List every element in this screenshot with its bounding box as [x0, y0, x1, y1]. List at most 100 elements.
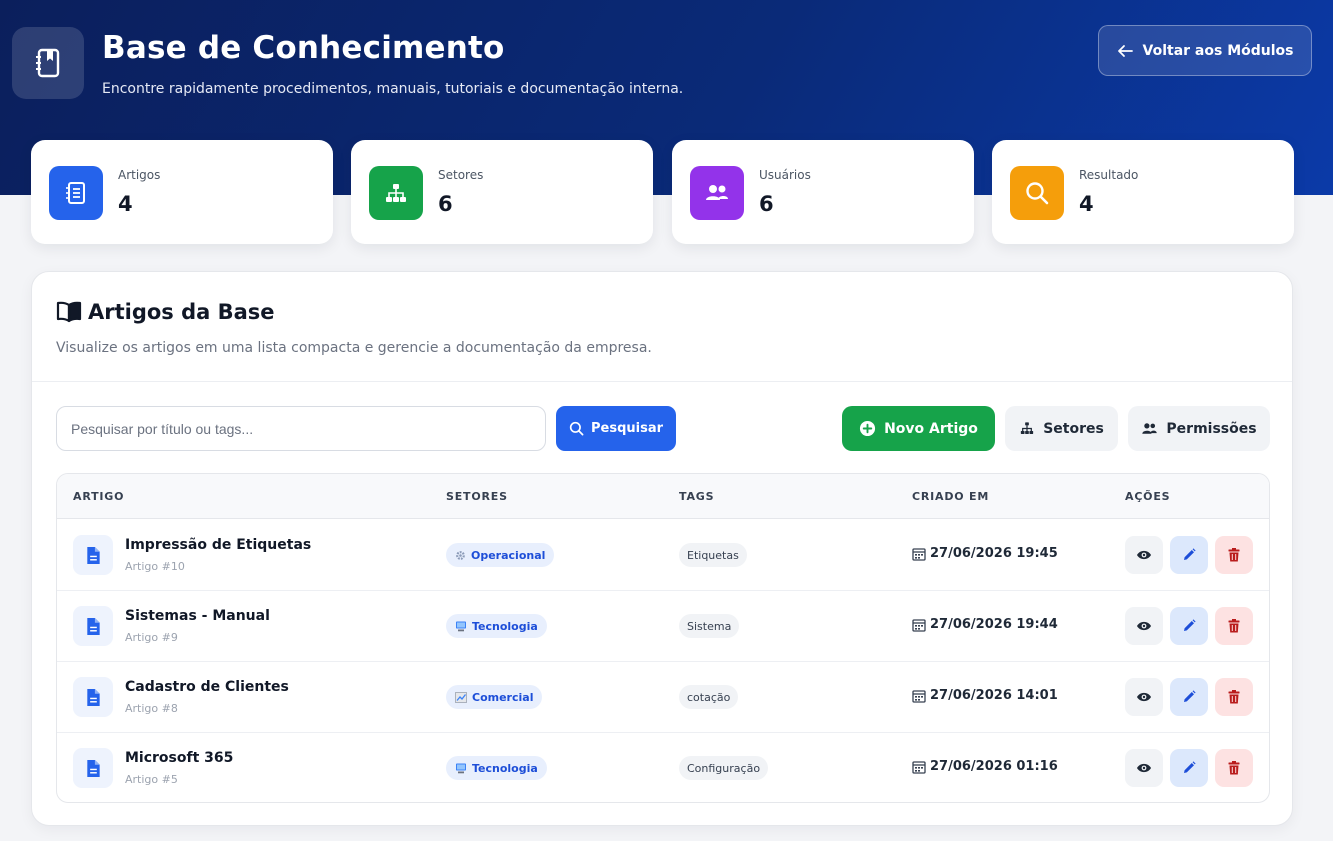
eye-icon: [1137, 763, 1151, 773]
calendar-icon: [912, 547, 926, 561]
articles-panel: Artigos da Base Visualize os artigos em …: [31, 271, 1293, 826]
edit-button[interactable]: [1170, 607, 1208, 645]
trash-icon: [1228, 619, 1240, 633]
search-button[interactable]: Pesquisar: [556, 406, 676, 451]
created-date: 27/06/2026 19:45: [912, 546, 1058, 561]
delete-button[interactable]: [1215, 607, 1253, 645]
pencil-icon: [1184, 548, 1196, 560]
view-button[interactable]: [1125, 749, 1163, 787]
stat-card-articles: Artigos 4: [31, 140, 333, 244]
arrow-left-icon: [1117, 44, 1133, 57]
sector-badge: Tecnologia: [446, 614, 547, 638]
table-header: ARTIGO SETORES TAGS CRIADO EM AÇÕES: [57, 474, 1269, 519]
column-header-tags: TAGS: [679, 490, 715, 503]
document-icon: [73, 606, 113, 646]
document-icon: [73, 748, 113, 788]
sector-badge: Tecnologia: [446, 756, 547, 780]
article-id: Artigo #5: [125, 773, 178, 786]
stat-value: 4: [118, 192, 133, 216]
trash-icon: [1228, 690, 1240, 704]
pencil-icon: [1184, 690, 1196, 702]
eye-icon: [1137, 692, 1151, 702]
sector-badge: Operacional: [446, 543, 555, 567]
search-input[interactable]: [56, 406, 546, 451]
created-date-text: 27/06/2026 19:45: [930, 546, 1058, 561]
edit-button[interactable]: [1170, 749, 1208, 787]
article-id: Artigo #9: [125, 631, 178, 644]
stat-label: Usuários: [759, 168, 811, 182]
stat-card-users: Usuários 6: [672, 140, 974, 244]
permissions-button[interactable]: Permissões: [1128, 406, 1270, 451]
table-row[interactable]: Sistemas - Manual Artigo #9 Tecnologia S…: [57, 591, 1269, 662]
trash-icon: [1228, 761, 1240, 775]
eye-icon: [1137, 550, 1151, 560]
computer-icon: [456, 763, 466, 773]
tag-badge: Sistema: [679, 614, 740, 638]
divider: [32, 381, 1292, 382]
article-title[interactable]: Impressão de Etiquetas: [125, 537, 311, 553]
edit-button[interactable]: [1170, 678, 1208, 716]
permissions-button-label: Permissões: [1166, 420, 1257, 437]
created-date-text: 27/06/2026 01:16: [930, 759, 1058, 774]
new-article-button[interactable]: Novo Artigo: [842, 406, 995, 451]
gear-icon: [456, 550, 465, 560]
table-row[interactable]: Microsoft 365 Artigo #5 Tecnologia Confi…: [57, 733, 1269, 802]
table-row[interactable]: Cadastro de Clientes Artigo #8 Comercial…: [57, 662, 1269, 733]
panel-title: Artigos da Base: [56, 300, 275, 324]
search-icon: [569, 421, 584, 436]
delete-button[interactable]: [1215, 678, 1253, 716]
calendar-icon: [912, 618, 926, 632]
delete-button[interactable]: [1215, 536, 1253, 574]
document-icon: [73, 535, 113, 575]
created-date: 27/06/2026 14:01: [912, 688, 1058, 703]
sector-label: Comercial: [472, 690, 534, 704]
article-title[interactable]: Microsoft 365: [125, 750, 233, 766]
article-id: Artigo #10: [125, 560, 185, 573]
eye-icon: [1137, 621, 1151, 631]
created-date-text: 27/06/2026 14:01: [930, 688, 1058, 703]
back-button-label: Voltar aos Módulos: [1142, 42, 1294, 59]
sectors-button-label: Setores: [1043, 420, 1104, 437]
view-button[interactable]: [1125, 678, 1163, 716]
users-icon: [690, 166, 744, 220]
calendar-icon: [912, 689, 926, 703]
edit-button[interactable]: [1170, 536, 1208, 574]
column-header-sectors: SETORES: [446, 490, 508, 503]
book-icon: [49, 166, 103, 220]
back-to-modules-button[interactable]: Voltar aos Módulos: [1098, 25, 1312, 76]
sitemap-icon: [1021, 422, 1034, 435]
view-button[interactable]: [1125, 536, 1163, 574]
column-header-created: CRIADO EM: [912, 490, 990, 503]
stat-label: Setores: [438, 168, 484, 182]
sitemap-icon: [369, 166, 423, 220]
sector-badge: Comercial: [446, 685, 543, 709]
stat-card-sectors: Setores 6: [351, 140, 653, 244]
sector-label: Operacional: [471, 548, 546, 562]
users-icon: [1142, 423, 1158, 434]
sector-label: Tecnologia: [472, 761, 538, 775]
article-id: Artigo #8: [125, 702, 178, 715]
created-date: 27/06/2026 01:16: [912, 759, 1058, 774]
page-title: Base de Conhecimento: [102, 30, 505, 66]
computer-icon: [456, 621, 466, 631]
view-button[interactable]: [1125, 607, 1163, 645]
tag-badge: Configuração: [679, 756, 769, 780]
table-row[interactable]: Impressão de Etiquetas Artigo #10 Operac…: [57, 520, 1269, 591]
sectors-button[interactable]: Setores: [1005, 406, 1118, 451]
article-title[interactable]: Sistemas - Manual: [125, 608, 270, 624]
chart-icon: [455, 691, 467, 703]
page-subtitle: Encontre rapidamente procedimentos, manu…: [102, 81, 684, 97]
column-header-article: ARTIGO: [73, 490, 125, 503]
created-date-text: 27/06/2026 19:44: [930, 617, 1058, 632]
stat-card-results: Resultado 4: [992, 140, 1294, 244]
column-header-actions: AÇÕES: [1125, 490, 1171, 503]
tag-badge: cotação: [679, 685, 739, 709]
plus-circle-icon: [860, 420, 876, 437]
pencil-icon: [1184, 619, 1196, 631]
delete-button[interactable]: [1215, 749, 1253, 787]
trash-icon: [1228, 548, 1240, 562]
article-title[interactable]: Cadastro de Clientes: [125, 679, 289, 695]
stat-label: Resultado: [1079, 168, 1139, 182]
calendar-icon: [912, 760, 926, 774]
stat-label: Artigos: [118, 168, 161, 182]
